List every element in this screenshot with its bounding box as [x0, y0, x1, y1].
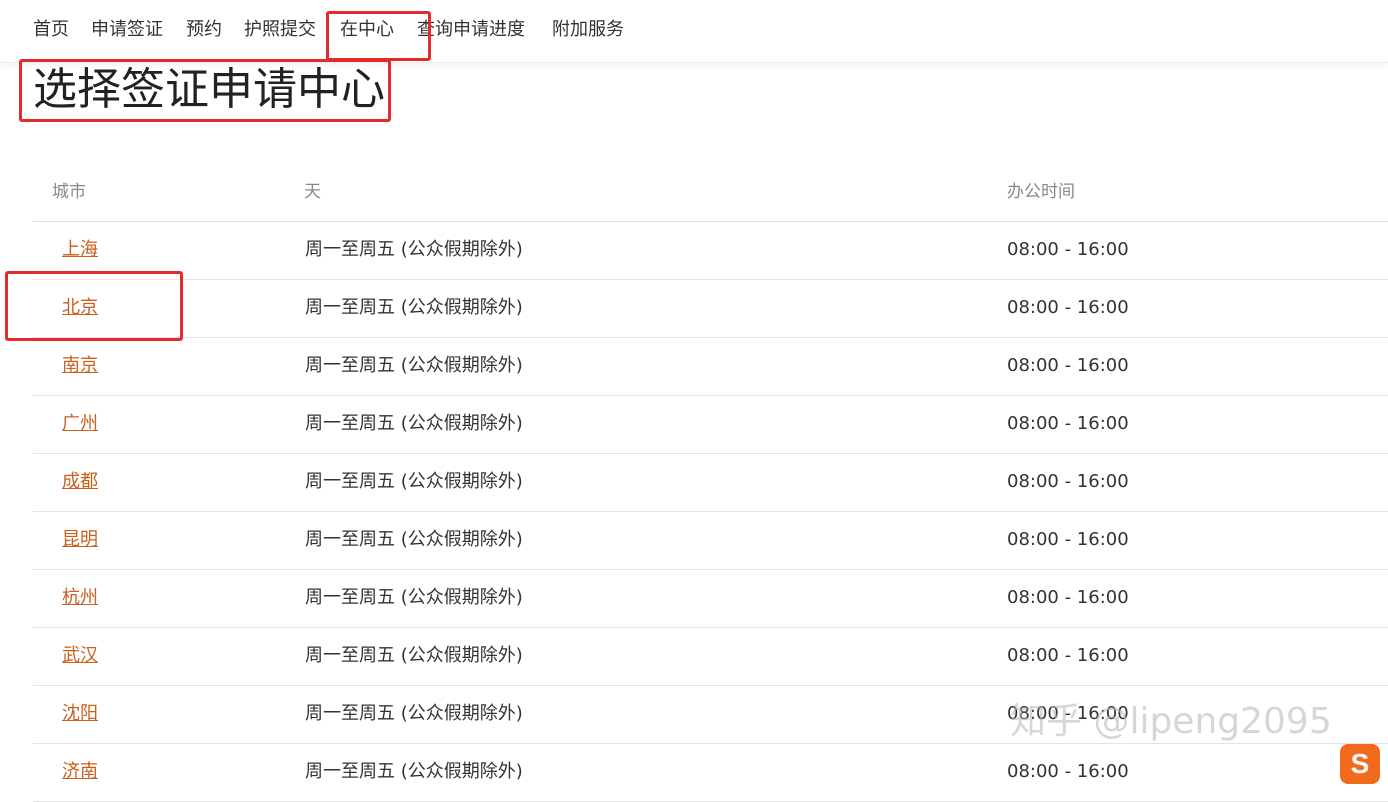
- days-cell: 周一至周五 (公众假期除外): [305, 355, 523, 376]
- table-row: 成都 周一至周五 (公众假期除外) 08:00 - 16:00: [33, 454, 1388, 512]
- top-nav: 首页 申请签证 预约 护照提交 在中心 查询申请进度 附加服务: [0, 0, 1388, 63]
- table-row: 南京 周一至周五 (公众假期除外) 08:00 - 16:00: [33, 338, 1388, 396]
- city-link[interactable]: 上海: [62, 236, 98, 264]
- table-row: 武汉 周一至周五 (公众假期除外) 08:00 - 16:00: [33, 628, 1388, 686]
- city-link[interactable]: 济南: [62, 758, 98, 786]
- hours-cell: 08:00 - 16:00: [1007, 529, 1129, 550]
- page-title: 选择签证申请中心: [33, 64, 385, 115]
- nav-track-application[interactable]: 查询申请进度: [417, 17, 525, 43]
- table-row: 上海 周一至周五 (公众假期除外) 08:00 - 16:00: [33, 222, 1388, 280]
- days-cell: 周一至周五 (公众假期除外): [305, 297, 523, 318]
- days-cell: 周一至周五 (公众假期除外): [305, 471, 523, 492]
- city-link[interactable]: 武汉: [62, 642, 98, 670]
- header-days: 天: [304, 182, 321, 202]
- hours-cell: 08:00 - 16:00: [1007, 355, 1129, 376]
- hours-cell: 08:00 - 16:00: [1007, 239, 1129, 260]
- days-cell: 周一至周五 (公众假期除外): [305, 529, 523, 550]
- table-row: 杭州 周一至周五 (公众假期除外) 08:00 - 16:00: [33, 570, 1388, 628]
- hours-cell: 08:00 - 16:00: [1007, 645, 1129, 666]
- ime-logo-icon: S: [1340, 744, 1380, 784]
- city-link[interactable]: 南京: [62, 352, 98, 380]
- watermark: 知乎 @lipeng2095: [1010, 701, 1332, 742]
- city-link[interactable]: 杭州: [62, 584, 98, 612]
- days-cell: 周一至周五 (公众假期除外): [305, 703, 523, 724]
- city-link[interactable]: 北京: [62, 294, 98, 322]
- table-row: 济南 周一至周五 (公众假期除外) 08:00 - 16:00: [33, 744, 1388, 802]
- hours-cell: 08:00 - 16:00: [1007, 413, 1129, 434]
- nav-at-centre[interactable]: 在中心: [340, 17, 394, 43]
- table-row: 昆明 周一至周五 (公众假期除外) 08:00 - 16:00: [33, 512, 1388, 570]
- hours-cell: 08:00 - 16:00: [1007, 761, 1129, 782]
- nav-passport-submission[interactable]: 护照提交: [244, 17, 316, 43]
- city-link[interactable]: 沈阳: [62, 700, 98, 728]
- table-row: 广州 周一至周五 (公众假期除外) 08:00 - 16:00: [33, 396, 1388, 454]
- header-hours: 办公时间: [1007, 182, 1075, 202]
- nav-home[interactable]: 首页: [33, 17, 69, 43]
- days-cell: 周一至周五 (公众假期除外): [305, 587, 523, 608]
- hours-cell: 08:00 - 16:00: [1007, 587, 1129, 608]
- days-cell: 周一至周五 (公众假期除外): [305, 761, 523, 782]
- hours-cell: 08:00 - 16:00: [1007, 297, 1129, 318]
- days-cell: 周一至周五 (公众假期除外): [305, 239, 523, 260]
- table-header: 城市 天 办公时间: [33, 163, 1388, 222]
- nav-additional-services[interactable]: 附加服务: [552, 17, 624, 43]
- city-link[interactable]: 成都: [62, 468, 98, 496]
- nav-apply-visa[interactable]: 申请签证: [91, 17, 163, 43]
- hours-cell: 08:00 - 16:00: [1007, 471, 1129, 492]
- city-link[interactable]: 广州: [62, 410, 98, 438]
- table-row: 北京 周一至周五 (公众假期除外) 08:00 - 16:00: [33, 280, 1388, 338]
- header-city: 城市: [52, 182, 86, 202]
- days-cell: 周一至周五 (公众假期除外): [305, 645, 523, 666]
- nav-appointment[interactable]: 预约: [186, 17, 222, 43]
- city-link[interactable]: 昆明: [62, 526, 98, 554]
- days-cell: 周一至周五 (公众假期除外): [305, 413, 523, 434]
